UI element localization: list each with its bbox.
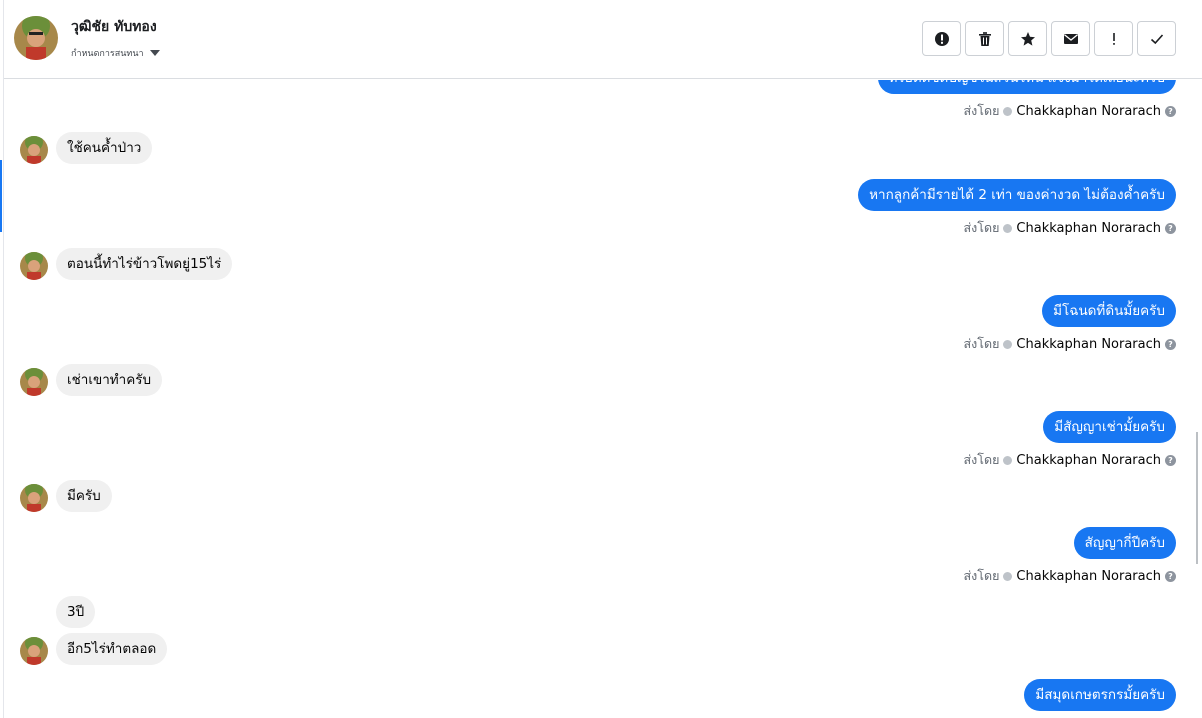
sent-by-line: ส่งโดย Chakkaphan Norarach ? — [964, 566, 1176, 586]
avatar[interactable] — [20, 136, 48, 164]
star-icon — [1020, 31, 1035, 46]
conversation-schedule-dropdown[interactable]: กำหนดการสนทนา — [71, 46, 160, 60]
message-thread[interactable]: หรือตัดชดบัญชีในส่วนไหน แจ้งมาได้เลยนะคร… — [4, 80, 1198, 718]
help-icon[interactable]: ? — [1165, 570, 1176, 582]
message-incoming: มีครับ — [56, 480, 112, 512]
help-icon[interactable]: ? — [1165, 338, 1176, 350]
avatar[interactable] — [20, 484, 48, 512]
message-outgoing: หรือตัดชดบัญชีในส่วนไหน แจ้งมาได้เลยนะคร… — [877, 80, 1176, 94]
message-incoming: ตอนนี้ทำไร่ข้าวโพดยู่15ไร่ — [56, 248, 233, 280]
agent-status-icon — [1003, 455, 1013, 465]
avatar[interactable] — [14, 16, 58, 60]
sent-by-label: ส่งโดย — [963, 568, 1000, 583]
trash-icon — [978, 31, 991, 46]
help-icon[interactable]: ? — [1165, 222, 1176, 234]
message-incoming: 3ปี — [56, 596, 96, 628]
envelope-icon — [1063, 33, 1078, 44]
message-outgoing: สัญญากี่ปีครับ — [1073, 527, 1176, 559]
message-outgoing: มีสมุดเกษตรกรมั้ยครับ — [1024, 679, 1176, 711]
mark-unread-button[interactable] — [1051, 21, 1090, 56]
sent-by-label: ส่งโดย — [963, 103, 1000, 118]
agent-name[interactable]: Chakkaphan Norarach — [1016, 337, 1161, 352]
message-bubble[interactable]: หรือตัดชดบัญชีในส่วนไหน แจ้งมาได้เลยนะคร… — [877, 80, 1176, 94]
exclamation-icon — [1112, 32, 1115, 45]
follow-up-button[interactable] — [1094, 21, 1133, 56]
report-icon — [934, 31, 949, 46]
agent-name[interactable]: Chakkaphan Norarach — [1016, 221, 1161, 236]
caret-down-icon — [149, 50, 160, 56]
delete-button[interactable] — [965, 21, 1004, 56]
message-outgoing: หากลูกค้ามีรายได้ 2 เท่า ของค่างวด ไม่ต้… — [858, 179, 1176, 211]
agent-status-icon — [1003, 223, 1013, 233]
sent-by-label: ส่งโดย — [963, 336, 1000, 351]
header-actions — [922, 21, 1176, 56]
message-bubble[interactable]: ตอนนี้ทำไร่ข้าวโพดยู่15ไร่ — [56, 248, 233, 280]
agent-status-icon — [1003, 339, 1013, 349]
agent-name[interactable]: Chakkaphan Norarach — [1016, 104, 1161, 119]
sent-by-line: ส่งโดย Chakkaphan Norarach ? — [964, 334, 1176, 354]
mark-done-button[interactable] — [1137, 21, 1176, 56]
message-outgoing: มีสัญญาเช่ามั้ยครับ — [1043, 411, 1176, 443]
agent-name[interactable]: Chakkaphan Norarach — [1016, 569, 1161, 584]
star-button[interactable] — [1008, 21, 1047, 56]
sent-by-label: ส่งโดย — [963, 452, 1000, 467]
message-bubble[interactable]: เช่าเขาทำครับ — [56, 364, 163, 396]
schedule-label: กำหนดการสนทนา — [71, 49, 144, 59]
report-button[interactable] — [922, 21, 961, 56]
contact-name[interactable]: วุฒิชัย ทับทอง — [71, 16, 157, 38]
message-bubble[interactable]: หากลูกค้ามีรายได้ 2 เท่า ของค่างวด ไม่ต้… — [858, 179, 1176, 211]
sent-by-line: ส่งโดย Chakkaphan Norarach ? — [964, 450, 1176, 470]
agent-status-icon — [1003, 106, 1013, 116]
avatar[interactable] — [20, 252, 48, 280]
message-bubble[interactable]: ใช้คนค้ำป่าว — [56, 132, 153, 164]
sent-by-line: ส่งโดย Chakkaphan Norarach ? — [964, 218, 1176, 238]
message-outgoing: มีโฉนดที่ดินมั้ยครับ — [1042, 295, 1176, 327]
scrollbar[interactable] — [1196, 432, 1198, 564]
conversation-header: วุฒิชัย ทับทอง กำหนดการสนทนา — [4, 0, 1202, 79]
avatar[interactable] — [20, 637, 48, 665]
message-bubble[interactable]: มีโฉนดที่ดินมั้ยครับ — [1042, 295, 1176, 327]
sent-by-label: ส่งโดย — [963, 220, 1000, 235]
message-incoming: ใช้คนค้ำป่าว — [56, 132, 153, 164]
message-bubble[interactable]: อีก5ไร่ทำตลอด — [56, 633, 168, 665]
message-bubble[interactable]: 3ปี — [56, 596, 96, 628]
help-icon[interactable]: ? — [1165, 105, 1176, 117]
message-bubble[interactable]: มีครับ — [56, 480, 112, 512]
message-incoming: อีก5ไร่ทำตลอด — [56, 633, 168, 665]
avatar[interactable] — [20, 368, 48, 396]
check-icon — [1150, 33, 1163, 44]
help-icon[interactable]: ? — [1165, 454, 1176, 466]
message-bubble[interactable]: มีสัญญาเช่ามั้ยครับ — [1043, 411, 1176, 443]
rail-marker — [0, 160, 2, 232]
agent-name[interactable]: Chakkaphan Norarach — [1016, 453, 1161, 468]
message-bubble[interactable]: มีสมุดเกษตรกรมั้ยครับ — [1024, 679, 1176, 711]
message-incoming: เช่าเขาทำครับ — [56, 364, 163, 396]
agent-status-icon — [1003, 571, 1013, 581]
sent-by-line: ส่งโดย Chakkaphan Norarach ? — [964, 101, 1176, 121]
message-bubble[interactable]: สัญญากี่ปีครับ — [1073, 527, 1176, 559]
